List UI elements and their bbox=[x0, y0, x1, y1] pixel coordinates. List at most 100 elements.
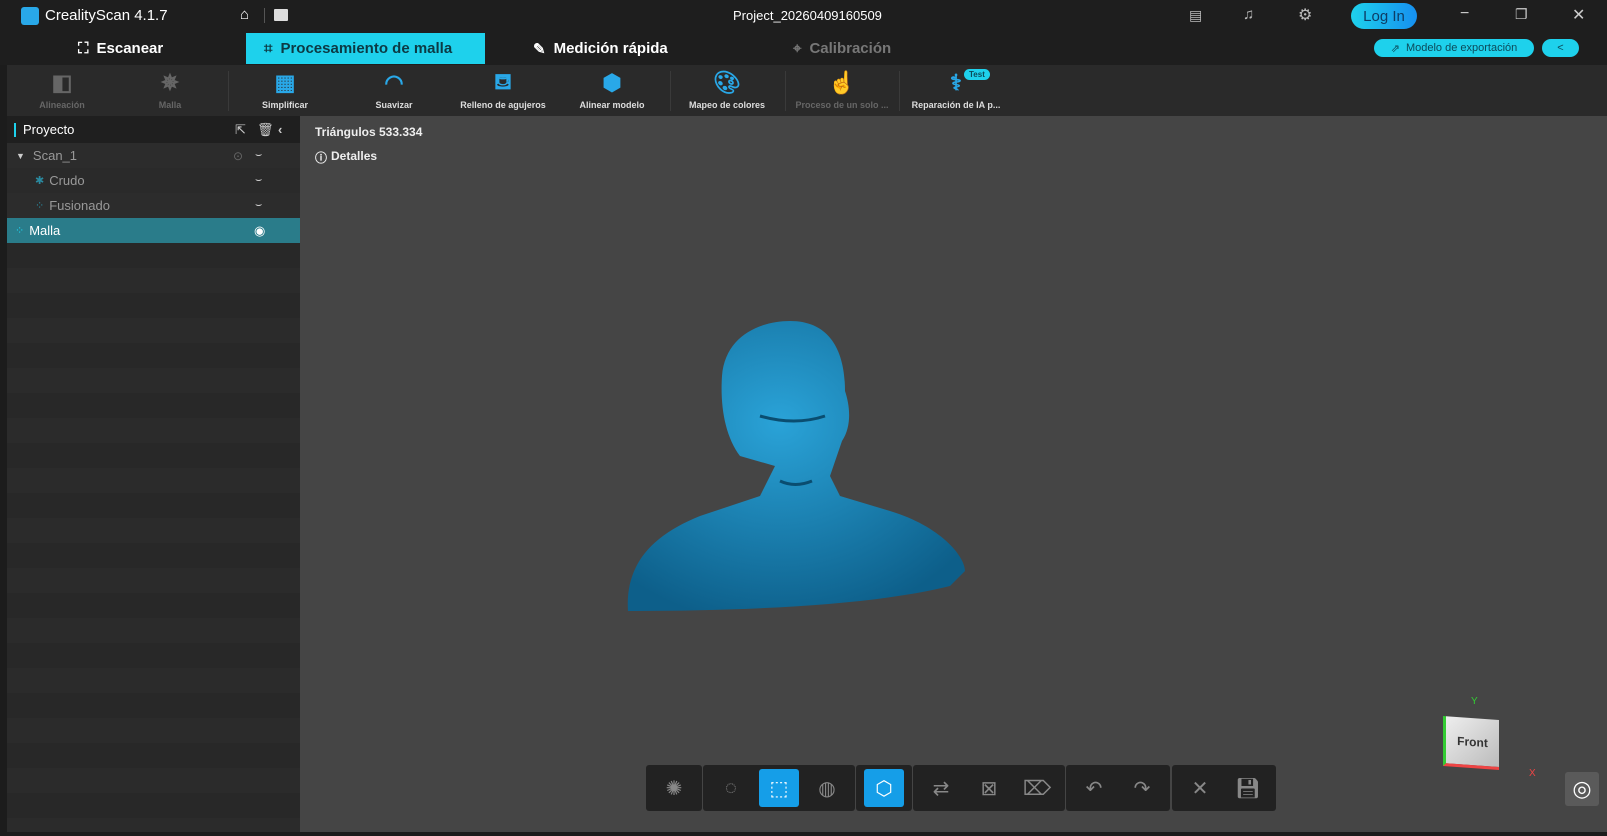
tool-malla[interactable]: ✵ Malla bbox=[120, 65, 220, 116]
share-button[interactable]: < bbox=[1542, 39, 1579, 57]
tool-label: Proceso de un solo ... bbox=[795, 100, 889, 110]
minimize-button[interactable]: − bbox=[1460, 5, 1469, 23]
tab-medicion[interactable]: ✎ Medición rápida bbox=[515, 33, 686, 64]
tab-escanear[interactable]: ⛶ Escanear bbox=[60, 33, 181, 64]
home-icon[interactable]: ⌂ bbox=[240, 6, 249, 23]
rect-select-button[interactable]: ⬚ bbox=[759, 769, 799, 807]
redo-button[interactable]: ↷ bbox=[1122, 769, 1162, 807]
trash-icon[interactable]: 🗑︎ bbox=[257, 122, 274, 138]
tree-item-fusionado[interactable]: ⁘ Fusionado ⌣ bbox=[7, 193, 300, 218]
tab-label: Calibración bbox=[809, 40, 892, 57]
tool-label: Mapeo de colores bbox=[688, 100, 766, 110]
tree-item-malla[interactable]: ⁘ Malla ◉ bbox=[7, 218, 300, 243]
restore-button[interactable]: ❐ bbox=[1515, 6, 1528, 23]
tool-label: Suavizar bbox=[375, 100, 413, 110]
mesh-icon: ✵ bbox=[160, 70, 180, 95]
see-through-button[interactable]: ⬡ bbox=[864, 769, 904, 807]
invert-selection-button[interactable]: ⇄ bbox=[921, 769, 961, 807]
lighting-button[interactable]: ✺ bbox=[654, 769, 694, 807]
eye-icon[interactable]: ◉ bbox=[254, 223, 265, 239]
app-logo-icon bbox=[21, 7, 39, 25]
view-cube-label: Front bbox=[1457, 733, 1488, 750]
align-model-icon: ⬢ bbox=[602, 70, 622, 95]
view-cube[interactable]: Front bbox=[1443, 716, 1499, 770]
fill-holes-icon: ⛾ bbox=[494, 68, 512, 94]
project-panel: Proyecto ⇱ 🗑︎ ‹ ▼ Scan_1 ⊙ ⌣ ✱ Crudo ⌣ ⁘… bbox=[7, 116, 300, 832]
scan-frame-icon: ⛶ bbox=[78, 40, 89, 57]
tab-label: Escanear bbox=[96, 40, 164, 57]
item-label: Malla bbox=[29, 223, 61, 238]
cancel-button[interactable]: ✕ bbox=[1180, 769, 1220, 807]
details-toggle[interactable]: ⓘ Detalles bbox=[315, 149, 377, 166]
brush-select-button[interactable]: ◍ bbox=[807, 769, 847, 807]
tool-simplificar[interactable]: ▦ Simplificar bbox=[235, 65, 335, 116]
tool-reparacion-ia[interactable]: ⚕ Reparación de IA p... bbox=[906, 65, 1006, 116]
collapse-panel-icon[interactable]: ‹ bbox=[278, 122, 282, 137]
hidden-eye-icon[interactable]: ⌣ bbox=[255, 174, 262, 187]
ruler-icon: ✎ bbox=[533, 40, 546, 58]
confirm-group: ✕ 💾︎ bbox=[1172, 765, 1276, 811]
item-label: Scan_1 bbox=[32, 148, 78, 163]
axis-y-label: Y bbox=[1471, 696, 1478, 707]
history-group: ↶ ↷ bbox=[1066, 765, 1170, 811]
tool-label: Alinear modelo bbox=[579, 100, 645, 110]
import-icon[interactable]: ⇱ bbox=[235, 122, 246, 138]
undo-button[interactable]: ↶ bbox=[1074, 769, 1114, 807]
alignment-icon: ◧ bbox=[51, 70, 73, 95]
scan-model[interactable] bbox=[620, 316, 980, 626]
divider bbox=[264, 8, 265, 23]
tool-label: Reparación de IA p... bbox=[911, 100, 1001, 110]
details-label: Detalles bbox=[331, 149, 378, 163]
item-label: Fusionado bbox=[49, 198, 110, 213]
export-model-button[interactable]: ⇗ Modelo de exportación bbox=[1374, 39, 1534, 57]
expand-caret-icon[interactable]: ▼ bbox=[16, 151, 25, 161]
palette-icon: 🎨︎ bbox=[713, 70, 741, 95]
smooth-icon: ◠ bbox=[384, 70, 404, 95]
tool-label: Relleno de agujeros bbox=[460, 100, 546, 110]
login-button[interactable]: Log In bbox=[1351, 3, 1417, 29]
folder-icon[interactable] bbox=[274, 9, 288, 21]
tool-mapeo-colores[interactable]: 🎨︎ Mapeo de colores bbox=[677, 65, 777, 116]
tool-proceso-un-solo[interactable]: ☝ Proceso de un solo ... bbox=[792, 65, 892, 116]
axis-x-label: X bbox=[1529, 768, 1536, 779]
tab-calibracion[interactable]: ⌖ Calibración bbox=[775, 33, 909, 64]
tool-suavizar[interactable]: ◠ Suavizar bbox=[344, 65, 444, 116]
tree-item-crudo[interactable]: ✱ Crudo ⌣ bbox=[7, 168, 300, 193]
notes-icon[interactable]: ▤ bbox=[1189, 7, 1202, 24]
save-button[interactable]: 💾︎ bbox=[1228, 769, 1268, 807]
project-name: Project_20260409160509 bbox=[733, 8, 882, 23]
play-icon[interactable]: ⊙ bbox=[233, 149, 243, 163]
clear-selection-button[interactable]: ⊠ bbox=[969, 769, 1009, 807]
hidden-eye-icon[interactable]: ⌣ bbox=[255, 149, 262, 162]
mode-tabs: ⛶ Escanear ⌗ Procesamiento de malla ✎ Medic… bbox=[0, 32, 1607, 65]
3d-viewport[interactable]: Triángulos 533.334 ⓘ Detalles Front Y X ◎ bbox=[300, 116, 1607, 832]
tool-label: Simplificar bbox=[261, 100, 308, 110]
raw-points-icon: ✱ bbox=[35, 175, 45, 187]
tool-label: Malla bbox=[158, 100, 182, 110]
tool-relleno[interactable]: ⛾ Relleno de agujeros bbox=[453, 65, 553, 116]
crop-icon: ⌗ bbox=[264, 40, 273, 57]
tab-label: Procesamiento de malla bbox=[280, 40, 453, 57]
tree-empty-area bbox=[7, 243, 300, 832]
edit-selection-group: ⇄ ⊠ ⌦ bbox=[913, 765, 1065, 811]
mesh-points-icon: ⁘ bbox=[15, 225, 25, 237]
tab-label: Medición rápida bbox=[553, 40, 668, 57]
lasso-select-button[interactable]: ◌ bbox=[711, 769, 751, 807]
close-button[interactable]: ✕ bbox=[1572, 5, 1585, 25]
panel-title: Proyecto bbox=[23, 122, 75, 137]
divider bbox=[228, 71, 229, 111]
tool-alinear-modelo[interactable]: ⬢ Alinear modelo bbox=[562, 65, 662, 116]
divider bbox=[785, 71, 786, 111]
divider bbox=[899, 71, 900, 111]
reset-view-button[interactable]: ◎ bbox=[1565, 772, 1599, 806]
title-bar: CrealityScan 4.1.7 ⌂ Project_20260409160… bbox=[0, 0, 1607, 32]
support-headset-icon[interactable]: ♫ bbox=[1243, 6, 1254, 23]
tool-alineacion[interactable]: ◧ Alineación bbox=[12, 65, 112, 116]
crosshair-icon: ⌖ bbox=[793, 40, 802, 57]
settings-gear-icon[interactable]: ⚙ bbox=[1298, 5, 1312, 25]
delete-selection-button[interactable]: ⌦ bbox=[1017, 769, 1057, 807]
tab-procesamiento[interactable]: ⌗ Procesamiento de malla bbox=[246, 33, 485, 64]
hidden-eye-icon[interactable]: ⌣ bbox=[255, 199, 262, 212]
triangle-count: Triángulos 533.334 bbox=[315, 125, 423, 139]
tree-item-scan1[interactable]: ▼ Scan_1 ⊙ ⌣ bbox=[7, 143, 300, 168]
